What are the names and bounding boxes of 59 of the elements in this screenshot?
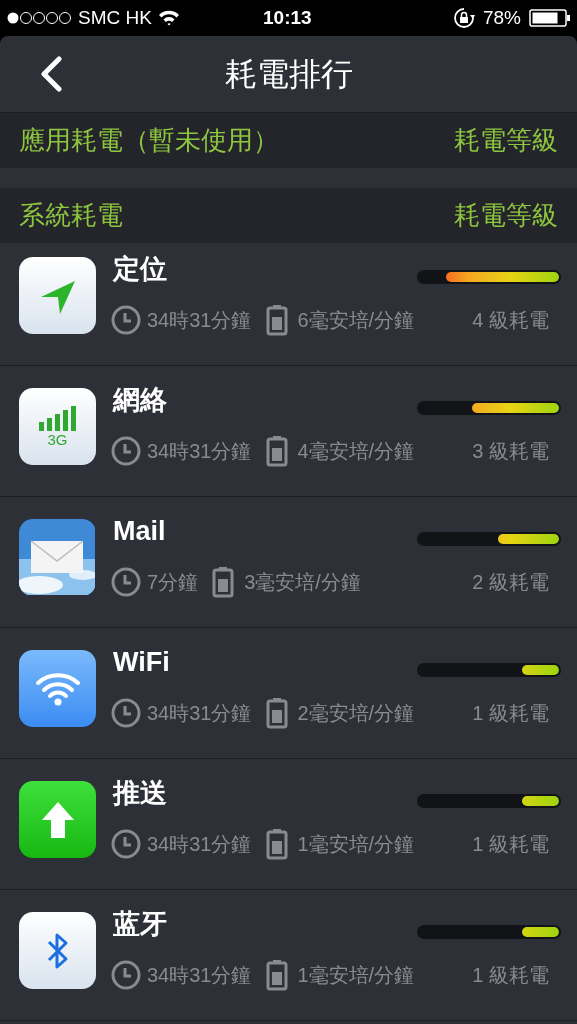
current-draw: 1毫安培/分鐘 [297,963,415,988]
current-draw: 1毫安培/分鐘 [297,832,415,857]
section-title: 系統耗電 [19,199,123,232]
clock-icon [111,698,141,728]
power-grade: 4 級耗電 [472,308,549,333]
list-row[interactable]: 推送 34時31分鐘 1毫安培/分鐘 1 級耗電 [0,759,577,890]
signal-icon [6,11,72,25]
usage-time: 34時31分鐘 [147,701,252,726]
column-label: 耗電等級 [454,199,558,232]
battery-icon [529,9,571,27]
battery-icon [212,566,235,598]
usage-time: 34時31分鐘 [147,832,252,857]
list-row[interactable]: 蓝牙 34時31分鐘 1毫安培/分鐘 1 級耗電 [0,890,577,1021]
item-name: 蓝牙 [113,908,167,941]
list-row[interactable]: 定位 34時31分鐘 6毫安培/分鐘 4 級耗電 [0,243,577,366]
power-grade: 2 級耗電 [472,570,549,595]
section-title: 應用耗電（暫未使用） [19,124,279,157]
list-row[interactable]: Mail 7分鐘 3毫安培/分鐘 2 級耗電 [0,497,577,628]
signal-bars-icon [37,404,78,431]
current-draw: 6毫安培/分鐘 [297,308,415,333]
list-row[interactable]: WiFi 34時31分鐘 2毫安培/分鐘 1 級耗電 [0,628,577,759]
battery-icon [265,697,288,729]
clock-icon [111,829,141,859]
page-title: 耗電排行 [224,55,353,94]
envelope-icon [19,519,96,596]
item-name: 定位 [113,253,167,286]
clock-icon [111,436,141,466]
clock-icon [111,960,141,990]
usage-time: 34時31分鐘 [147,963,252,988]
carrier-name: SMC HK [78,5,152,30]
clock-icon [111,305,141,335]
battery-icon [265,435,288,467]
power-grade: 3 級耗電 [472,439,549,464]
item-name: 網絡 [113,384,167,417]
clock-icon [111,567,141,597]
wifi-icon [157,10,180,26]
rotation-lock-icon [452,7,475,29]
current-draw: 3毫安培/分鐘 [244,570,361,595]
usage-time: 34時31分鐘 [147,308,252,333]
column-label: 耗電等級 [454,124,558,157]
power-grade: 1 級耗電 [472,963,549,988]
power-grade: 1 級耗電 [472,701,549,726]
wifi-icon [19,650,96,727]
bluetooth-icon [19,912,96,989]
network-label: 3G [47,430,68,449]
battery-icon [265,304,288,336]
list-row[interactable]: 3G 網絡 34時31分鐘 4毫安培/分鐘 3 級耗電 [0,366,577,497]
clock-time: 10:13 [263,5,312,30]
item-name: WiFi [113,646,170,679]
usage-time: 7分鐘 [147,570,199,595]
item-name: 推送 [113,777,167,810]
item-name: Mail [113,515,166,548]
usage-time: 34時31分鐘 [147,439,252,464]
battery-percent: 78% [482,5,521,30]
power-grade: 1 級耗電 [472,832,549,857]
current-draw: 4毫安培/分鐘 [297,439,415,464]
battery-icon [265,828,288,860]
current-draw: 2毫安培/分鐘 [297,701,415,726]
battery-icon [265,959,288,991]
